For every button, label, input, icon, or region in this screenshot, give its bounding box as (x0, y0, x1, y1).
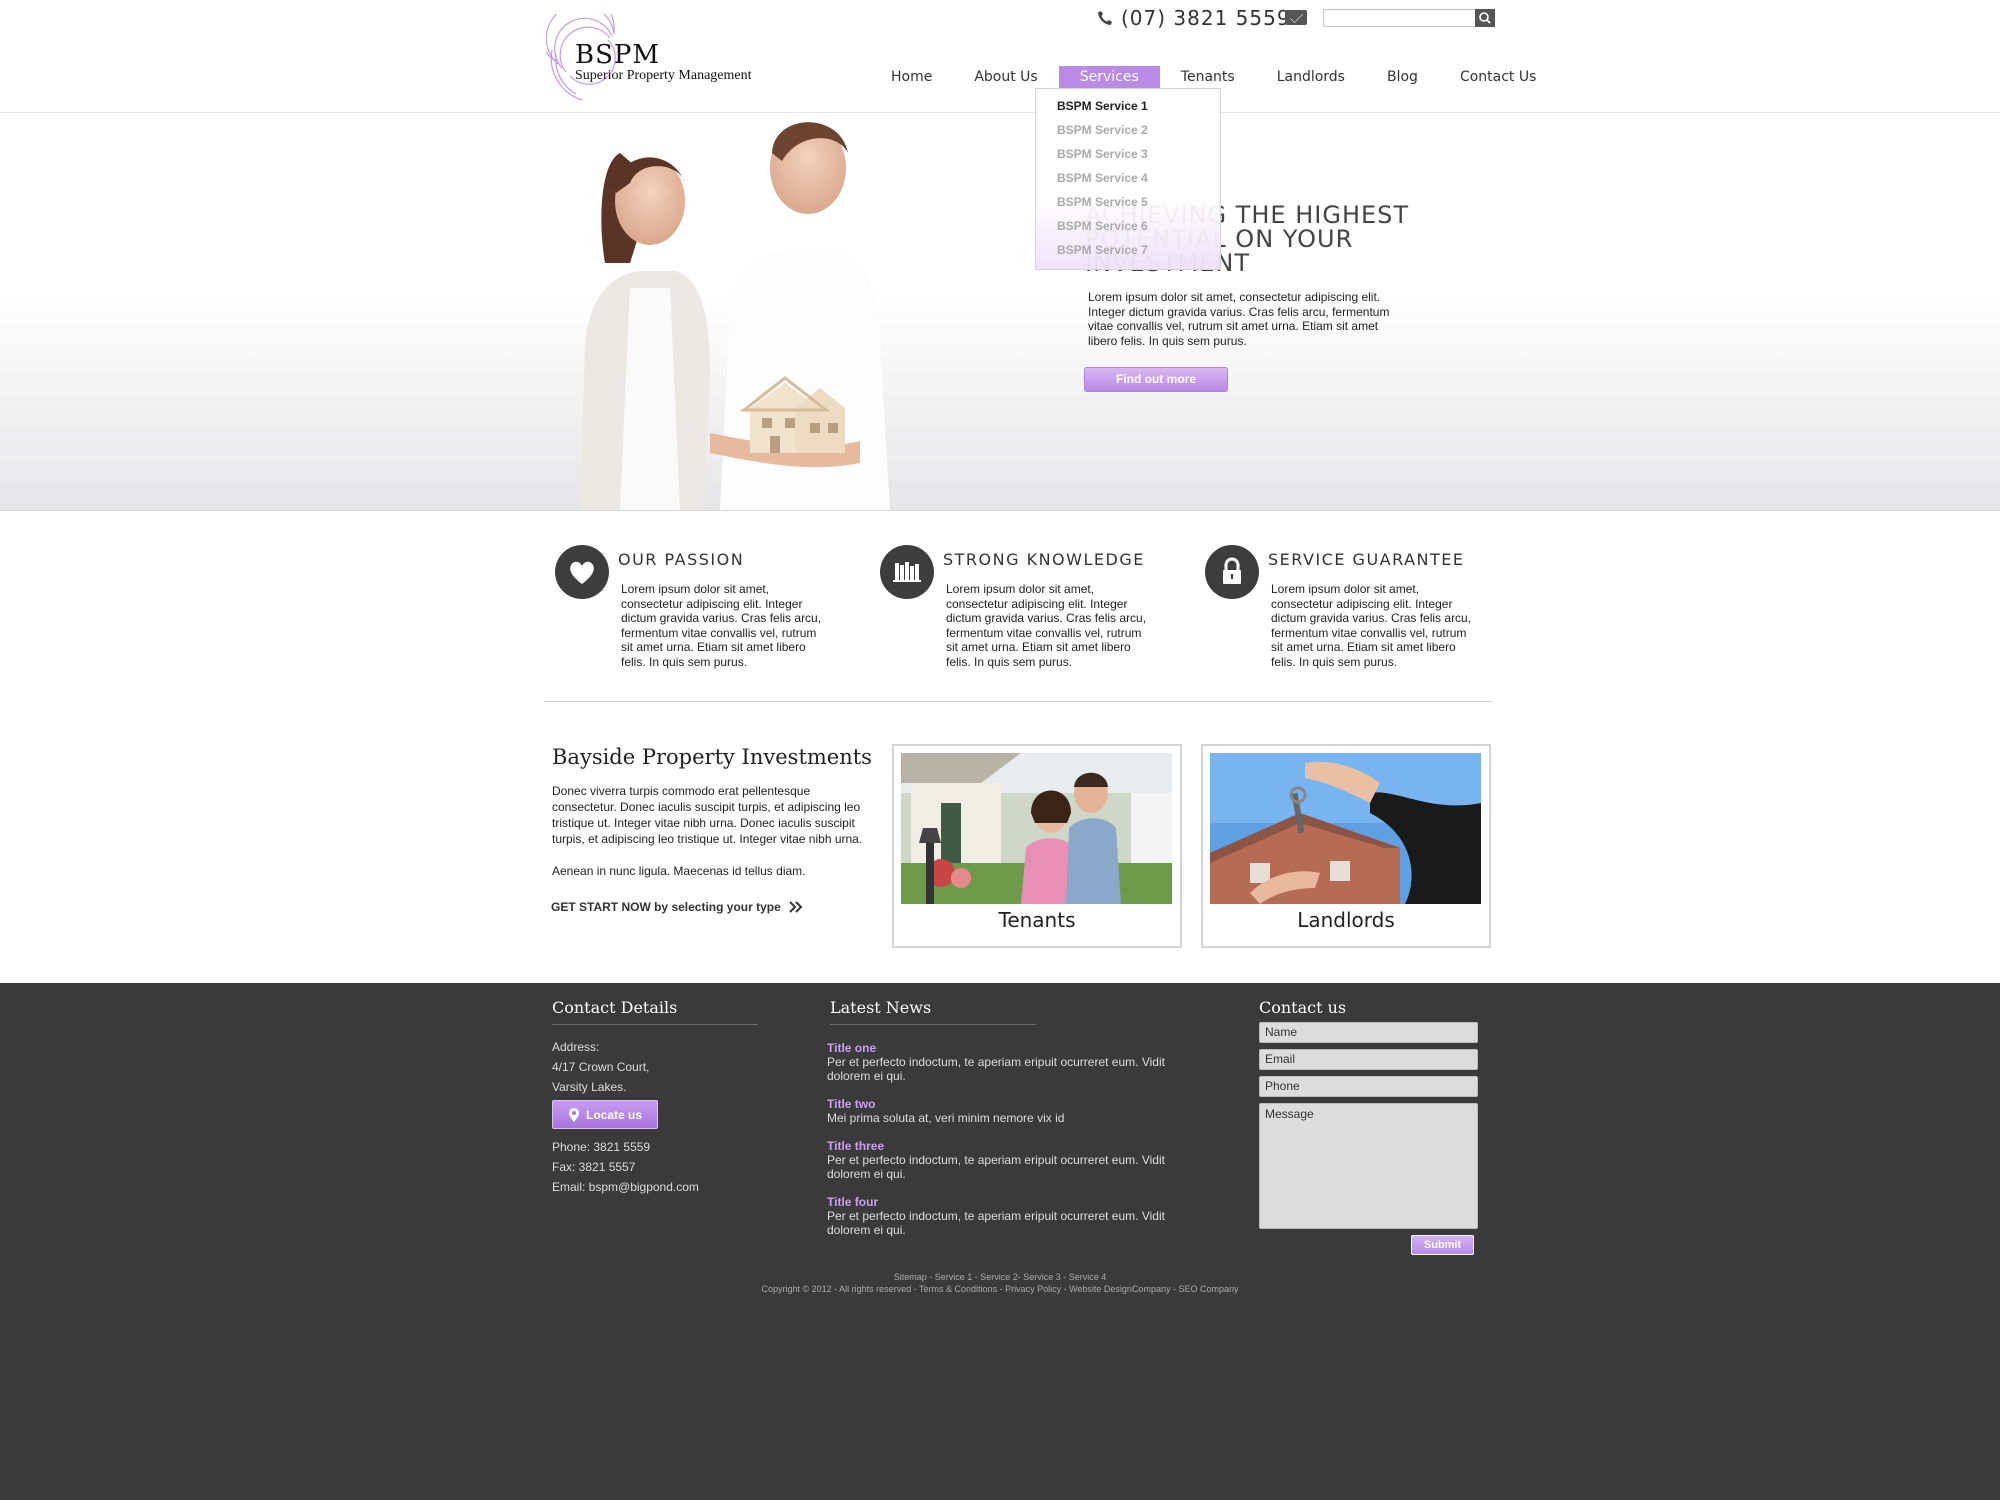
books-icon (880, 545, 934, 599)
submit-button[interactable]: Submit (1411, 1235, 1474, 1255)
feature-title: STRONG KNOWLEDGE (943, 550, 1145, 569)
find-out-more-button[interactable]: Find out more (1084, 367, 1228, 392)
email-field[interactable]: Email (1259, 1049, 1478, 1070)
feature-text: Lorem ipsum dolor sit amet, consectetur … (946, 582, 1147, 669)
logo-text[interactable]: BSPM (575, 40, 660, 70)
search-input[interactable] (1323, 9, 1485, 27)
bayside-title: Bayside Property Investments (552, 745, 872, 769)
news-title[interactable]: Title one (827, 1041, 876, 1055)
page: BSPM Superior Property Management (07) 3… (0, 0, 2000, 1500)
bayside-paragraph: Aenean in nunc ligula. Maecenas id tellu… (552, 864, 806, 878)
bayside-text: Donec viverra turpis commodo erat pellen… (552, 783, 872, 879)
dropdown-item[interactable]: BSPM Service 3 (1057, 147, 1148, 161)
double-chevron-right-icon (789, 901, 803, 913)
address-line: Varsity Lakes. (552, 1080, 627, 1094)
dropdown-item[interactable]: BSPM Service 2 (1057, 123, 1148, 137)
locate-us-button[interactable]: Locate us (552, 1100, 658, 1129)
heart-icon (555, 545, 609, 599)
dropdown-item[interactable]: BSPM Service 6 (1057, 219, 1148, 233)
nav-home[interactable]: Home (870, 66, 953, 88)
news-text: Per et perfecto indoctum, te aperiam eri… (827, 1209, 1165, 1237)
landlords-card[interactable]: Landlords (1201, 744, 1491, 948)
nav-about-us[interactable]: About Us (953, 66, 1058, 88)
footer-fax: Fax: 3821 5557 (552, 1160, 636, 1174)
nav-landlords[interactable]: Landlords (1256, 66, 1366, 88)
dropdown-item[interactable]: BSPM Service 7 (1057, 243, 1148, 257)
news-title[interactable]: Title two (827, 1097, 875, 1111)
section-divider (544, 701, 1492, 702)
lock-icon (1205, 545, 1259, 599)
main-nav: Home About Us Services Tenants Landlords… (870, 66, 1557, 88)
contact-details-title: Contact Details (552, 998, 678, 1017)
dropdown-item[interactable]: BSPM Service 5 (1057, 195, 1148, 209)
latest-news-title: Latest News (830, 998, 932, 1017)
cta-label: GET START NOW by selecting your type (551, 900, 781, 914)
hero-band (0, 113, 2000, 511)
address-block: Address: 4/17 Crown Court, Varsity Lakes… (552, 1037, 649, 1097)
news-text: Mei prima soluta at, veri minim nemore v… (827, 1111, 1065, 1125)
map-pin-icon (568, 1107, 579, 1122)
footer-email[interactable]: Email: bspm@bigpond.com (552, 1177, 699, 1197)
bayside-paragraph: Donec viverra turpis commodo erat pellen… (552, 784, 863, 846)
search-button[interactable] (1475, 9, 1495, 27)
services-dropdown: BSPM Service 1 BSPM Service 2 BSPM Servi… (1035, 88, 1221, 270)
news-title[interactable]: Title four (827, 1195, 878, 1209)
locate-label: Locate us (585, 1107, 642, 1122)
phone-field[interactable]: Phone (1259, 1076, 1478, 1097)
nav-contact-us[interactable]: Contact Us (1439, 66, 1557, 88)
footer-phone: Phone: 3821 5559 (552, 1140, 651, 1154)
header-phone: (07) 3821 5559 (1097, 6, 1291, 30)
footer-underline (552, 1024, 758, 1025)
nav-tenants[interactable]: Tenants (1160, 66, 1256, 88)
get-start-link[interactable]: GET START NOW by selecting your type (551, 900, 803, 914)
tenants-card[interactable]: Tenants (892, 744, 1182, 948)
news-title[interactable]: Title three (827, 1139, 884, 1153)
email-icon[interactable] (1285, 10, 1307, 25)
address-line: 4/17 Crown Court, (552, 1060, 650, 1074)
nav-blog[interactable]: Blog (1366, 66, 1439, 88)
feature-title: OUR PASSION (618, 550, 745, 569)
news-text: Per et perfecto indoctum, te aperiam eri… (827, 1055, 1165, 1083)
hero-couple-image (580, 122, 890, 510)
name-field[interactable]: Name (1259, 1022, 1478, 1043)
tenants-label: Tenants (998, 908, 1076, 932)
message-field[interactable]: Message (1259, 1103, 1478, 1229)
contact-lines: Phone: 3821 5559 Fax: 3821 5557 Email: b… (552, 1137, 699, 1197)
search-icon (1479, 12, 1491, 24)
address-label: Address: (552, 1040, 600, 1054)
footer-links[interactable]: Sitemap - Service 1 - Service 2- Service… (0, 1272, 2000, 1282)
feature-text: Lorem ipsum dolor sit amet, consectetur … (1271, 582, 1472, 669)
copyright: Copyright © 2012 - All rights reserved -… (761, 1284, 1239, 1294)
phone-number: (07) 3821 5559 (1121, 6, 1291, 30)
footer-underline (830, 1024, 1036, 1025)
dropdown-item[interactable]: BSPM Service 4 (1057, 171, 1148, 185)
hero-text: Lorem ipsum dolor sit amet, consectetur … (1088, 290, 1390, 348)
contact-us-title: Contact us (1259, 998, 1347, 1017)
feature-text: Lorem ipsum dolor sit amet, consectetur … (621, 582, 822, 669)
phone-icon (1098, 11, 1112, 25)
feature-title: SERVICE GUARANTEE (1268, 550, 1465, 569)
tenants-image (901, 753, 1172, 904)
news-text: Per et perfecto indoctum, te aperiam eri… (827, 1153, 1165, 1181)
nav-services[interactable]: Services (1058, 66, 1160, 88)
logo-subtitle: Superior Property Management (575, 68, 752, 83)
landlords-image (1210, 753, 1481, 904)
landlords-label: Landlords (1297, 908, 1395, 932)
header-bar (0, 0, 2000, 113)
dropdown-item[interactable]: BSPM Service 1 (1057, 99, 1148, 113)
